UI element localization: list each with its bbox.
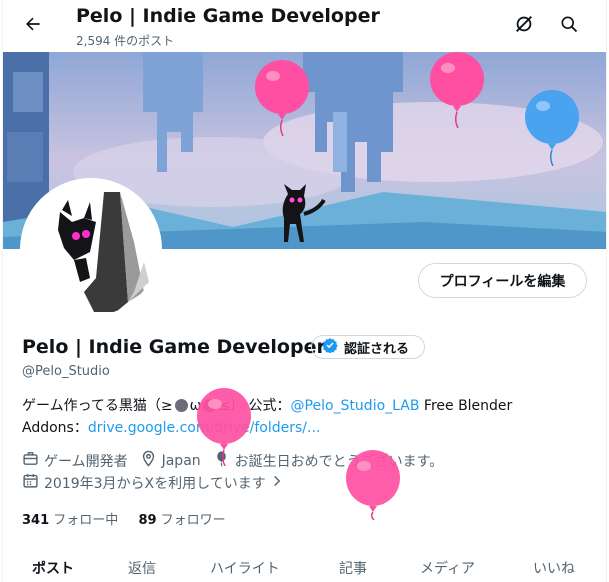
following-link[interactable]: 341 フォロー中 xyxy=(22,513,118,528)
profile-bio: ゲーム作ってる黒猫（≥ ω ≤） 公式：@Pelo_Studio_LAB Free … xyxy=(22,395,592,439)
balloon-icon xyxy=(253,60,311,140)
verified-label: 認証される xyxy=(344,341,410,357)
verified-badge-button[interactable]: 認証される xyxy=(311,335,425,359)
profile-name: Pelo | Indie Game Developer xyxy=(22,336,326,358)
followers-link[interactable]: 89 フォロワー xyxy=(138,513,225,528)
joined-row[interactable]: 2019年3月からXを利用しています xyxy=(22,472,284,493)
joined-item: 2019年3月からXを利用しています xyxy=(22,472,266,493)
balloon-icon xyxy=(195,388,253,470)
balloon-icon xyxy=(344,450,402,524)
profile-handle: @Pelo_Studio xyxy=(22,364,110,379)
tab-likes[interactable]: いいね xyxy=(533,558,575,578)
bio-mention-link[interactable]: @Pelo_Studio_LAB xyxy=(291,398,420,414)
following-label: フォロー中 xyxy=(53,513,119,528)
top-bar: Pelo | Indie Game Developer 2,594 件のポスト xyxy=(3,0,606,52)
emoji-icon xyxy=(174,399,188,412)
tab-articles[interactable]: 記事 xyxy=(339,558,367,578)
bio-text: Free Blender xyxy=(419,398,513,414)
balloon-icon xyxy=(428,52,486,132)
bio-text: Addons： xyxy=(22,420,88,436)
avatar[interactable] xyxy=(20,178,162,320)
profile-tabs: ポスト 返信 ハイライト 記事 メディア いいね xyxy=(3,548,606,582)
edit-profile-button[interactable]: プロフィールを編集 xyxy=(418,263,587,298)
joined-label: 2019年3月からXを利用しています xyxy=(44,475,266,492)
post-count: 2,594 件のポスト xyxy=(76,34,175,48)
tab-highlights[interactable]: ハイライト xyxy=(210,558,280,578)
follow-counts: 341 フォロー中 89 フォロワー xyxy=(22,509,226,528)
location-pin-icon xyxy=(140,450,157,471)
search-button[interactable] xyxy=(553,10,585,42)
grok-slash-icon xyxy=(513,13,535,39)
arrow-left-icon xyxy=(23,14,43,38)
followers-label: フォロワー xyxy=(160,513,226,528)
tab-posts[interactable]: ポスト xyxy=(32,558,74,578)
following-count: 341 xyxy=(22,513,50,528)
profession-label: ゲーム開発者 xyxy=(44,453,128,470)
location-item: Japan xyxy=(140,450,201,471)
profile-page: Pelo | Indie Game Developer 2,594 件のポスト xyxy=(2,0,607,582)
verified-badge-icon xyxy=(322,337,338,357)
briefcase-icon xyxy=(22,450,39,471)
calendar-icon xyxy=(22,472,39,493)
profession-item: ゲーム開発者 xyxy=(22,450,128,471)
search-icon xyxy=(559,14,579,38)
balloon-icon xyxy=(523,90,581,170)
tab-replies[interactable]: 返信 xyxy=(128,558,156,578)
bio-text: ゲーム作ってる黒猫（≥ xyxy=(22,398,173,414)
followers-count: 89 xyxy=(138,513,157,528)
back-button[interactable] xyxy=(17,10,49,42)
tab-media[interactable]: メディア xyxy=(420,558,475,578)
birthday-label: お誕生日おめでとうございます。 xyxy=(234,453,444,470)
page-title: Pelo | Indie Game Developer xyxy=(76,5,380,27)
grok-button[interactable] xyxy=(508,10,540,42)
chevron-right-icon xyxy=(270,474,284,492)
